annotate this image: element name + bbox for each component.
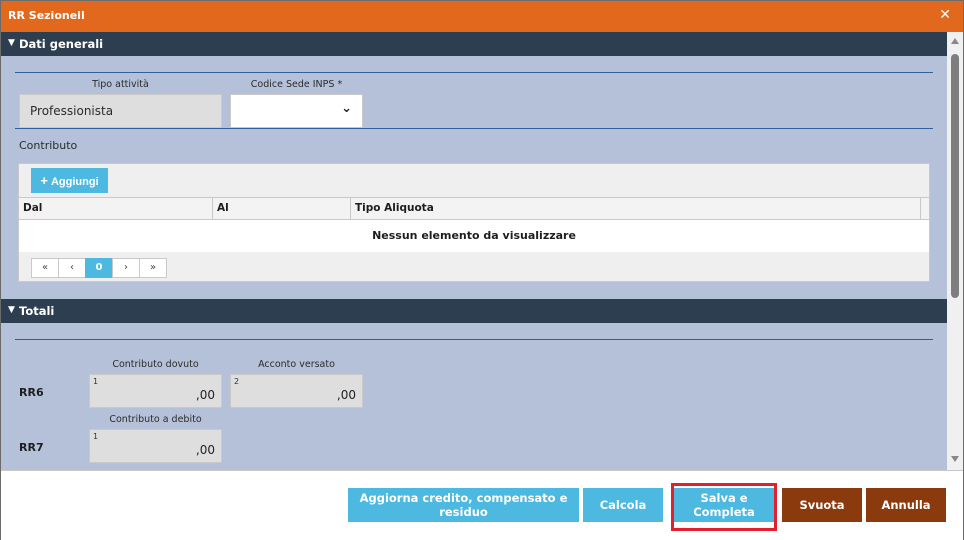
pager-next-button[interactable]: › (112, 258, 140, 278)
svuota-button[interactable]: Svuota (782, 488, 862, 522)
rr7-label: RR7 (19, 441, 44, 454)
contributo-label: Contributo (19, 139, 78, 152)
add-contributo-button[interactable]: + Aggiungi (31, 168, 108, 193)
highlight-box (671, 483, 777, 531)
field-index: 1 (93, 377, 99, 386)
chevron-down-icon: ⌄ (341, 101, 352, 116)
pager-last-button[interactable]: » (139, 258, 167, 278)
grid-header: Dal Al Tipo Aliquota (19, 197, 929, 220)
codice-sede-select[interactable]: ⌄ (230, 94, 363, 128)
scrollbar-thumb[interactable] (951, 54, 959, 298)
rr-sezionell-dialog: RR Sezionell ✕ ▼ Dati generali Tipo atti… (0, 0, 964, 540)
section-title: Dati generali (19, 37, 104, 51)
pager-first-button[interactable]: « (31, 258, 59, 278)
field-index: 2 (234, 377, 240, 386)
aggiorna-credito-button[interactable]: Aggiorna credito, compensato e residuo (348, 488, 579, 522)
contributo-dovuto-field: 1 ,00 (89, 374, 222, 408)
tipo-attivita-label: Tipo attività (92, 79, 149, 90)
divider (15, 339, 933, 340)
tipo-attivita-value: Professionista (30, 104, 114, 118)
acconto-versato-label: Acconto versato (258, 359, 335, 370)
pager-prev-button[interactable]: ‹ (58, 258, 86, 278)
field-index: 1 (93, 432, 99, 441)
scroll-up-icon[interactable] (951, 38, 959, 44)
vertical-scrollbar[interactable] (947, 32, 963, 470)
column-header-tipo-aliquota[interactable]: Tipo Aliquota (351, 198, 921, 219)
section-title: Totali (19, 304, 55, 318)
contributo-debito-label: Contributo a debito (109, 414, 202, 425)
scroll-down-icon[interactable] (951, 456, 959, 462)
plus-icon: + (40, 173, 48, 188)
contributo-dovuto-label: Contributo dovuto (112, 359, 199, 370)
acconto-versato-value: ,00 (336, 388, 356, 402)
contributo-dovuto-value: ,00 (195, 388, 215, 402)
tipo-attivita-field: Professionista (19, 94, 222, 128)
column-header-dal[interactable]: Dal (19, 198, 213, 219)
codice-sede-label: Codice Sede INPS * (250, 79, 343, 90)
contributo-grid: + Aggiungi Dal Al Tipo Aliquota Nessun el… (18, 163, 930, 282)
section-header-totali[interactable]: ▼ Totali (1, 299, 947, 323)
divider (15, 128, 933, 129)
caret-down-icon: ▼ (8, 305, 15, 315)
contributo-debito-value: ,00 (195, 443, 215, 457)
annulla-button[interactable]: Annulla (866, 488, 946, 522)
grid-empty-message: Nessun elemento da visualizzare (19, 220, 929, 252)
dialog-footer: Aggiorna credito, compensato e residuo C… (1, 470, 963, 540)
calcola-button[interactable]: Calcola (583, 488, 663, 522)
caret-down-icon: ▼ (8, 38, 15, 48)
grid-pager: « ‹ 0 › » (31, 258, 167, 278)
dialog-title: RR Sezionell (8, 9, 85, 22)
dialog-titlebar: RR Sezionell ✕ (1, 1, 963, 32)
close-icon[interactable]: ✕ (939, 7, 951, 23)
acconto-versato-field: 2 ,00 (230, 374, 363, 408)
contributo-debito-field: 1 ,00 (89, 429, 222, 463)
dialog-body[interactable]: ▼ Dati generali Tipo attività Profession… (1, 32, 963, 470)
rr6-label: RR6 (19, 386, 44, 399)
pager-current-page[interactable]: 0 (85, 258, 113, 278)
section-header-dati-generali[interactable]: ▼ Dati generali (1, 32, 947, 56)
column-header-al[interactable]: Al (213, 198, 351, 219)
divider (15, 72, 933, 73)
